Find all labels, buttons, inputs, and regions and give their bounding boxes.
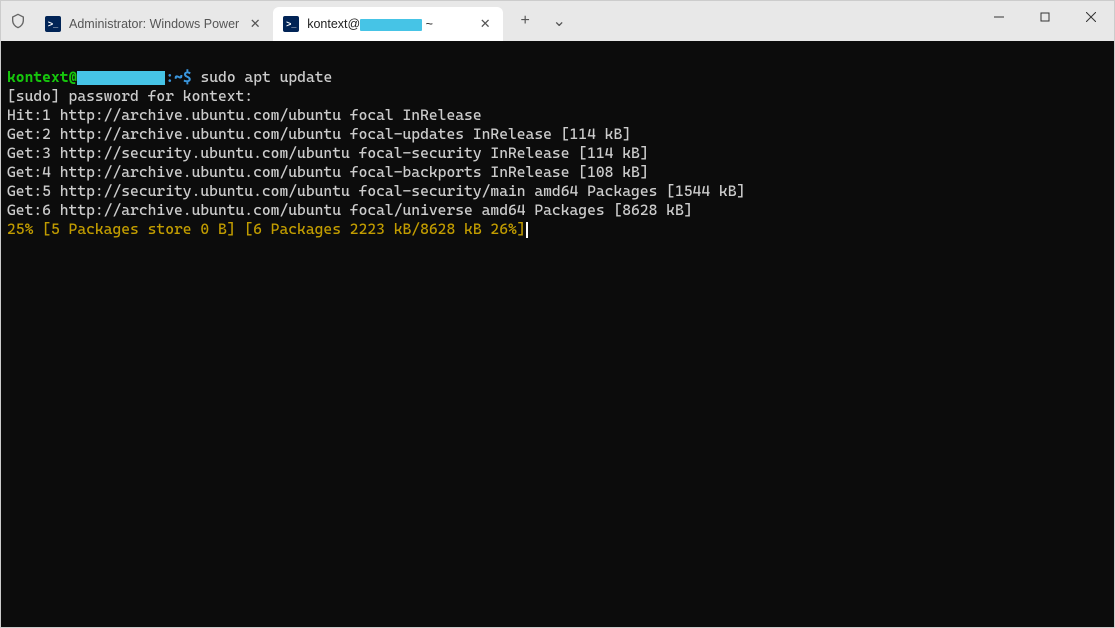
output-line: Get:4 http://archive.ubuntu.com/ubuntu f… — [7, 163, 649, 181]
redacted-hostname — [77, 71, 165, 85]
output-line: Get:6 http://archive.ubuntu.com/ubuntu f… — [7, 201, 693, 219]
tab-ssh-kontext[interactable]: >_ kontext@ ~ ✕ — [273, 7, 503, 41]
prompt-user: kontext@ — [7, 68, 77, 86]
maximize-button[interactable] — [1022, 1, 1068, 33]
tab-dropdown-button[interactable]: ⌄ — [543, 5, 575, 37]
progress-line: 25% [5 Packages store 0 B] [6 Packages 2… — [7, 220, 526, 238]
tab-close-button[interactable]: ✕ — [247, 16, 263, 32]
output-line: Hit:1 http://archive.ubuntu.com/ubuntu f… — [7, 106, 482, 124]
output-line: Get:5 http://security.ubuntu.com/ubuntu … — [7, 182, 745, 200]
window-controls — [976, 1, 1114, 33]
prompt-path: :~$ — [165, 68, 200, 86]
tab-actions: + ⌄ — [503, 1, 575, 41]
minimize-button[interactable] — [976, 1, 1022, 33]
shield-icon — [1, 1, 35, 41]
window-close-button[interactable] — [1068, 1, 1114, 33]
powershell-icon: >_ — [45, 16, 61, 32]
new-tab-button[interactable]: + — [509, 5, 541, 37]
tab-powershell-admin[interactable]: >_ Administrator: Windows Power ✕ — [35, 7, 273, 41]
titlebar: >_ Administrator: Windows Power ✕ >_ kon… — [1, 1, 1114, 41]
tab-label: kontext@ ~ — [307, 17, 469, 31]
tab-label: Administrator: Windows Power — [69, 17, 239, 31]
powershell-icon: >_ — [283, 16, 299, 32]
terminal-pane[interactable]: kontext@ :~$ sudo apt update [sudo] passw… — [1, 41, 1114, 627]
command-text: sudo apt update — [200, 68, 332, 86]
tab-close-button[interactable]: ✕ — [477, 16, 493, 32]
redacted-hostname — [360, 19, 422, 31]
cursor — [526, 222, 528, 238]
output-line: [sudo] password for kontext: — [7, 87, 253, 105]
tab-strip: >_ Administrator: Windows Power ✕ >_ kon… — [35, 1, 503, 41]
output-line: Get:2 http://archive.ubuntu.com/ubuntu f… — [7, 125, 631, 143]
output-line: Get:3 http://security.ubuntu.com/ubuntu … — [7, 144, 649, 162]
